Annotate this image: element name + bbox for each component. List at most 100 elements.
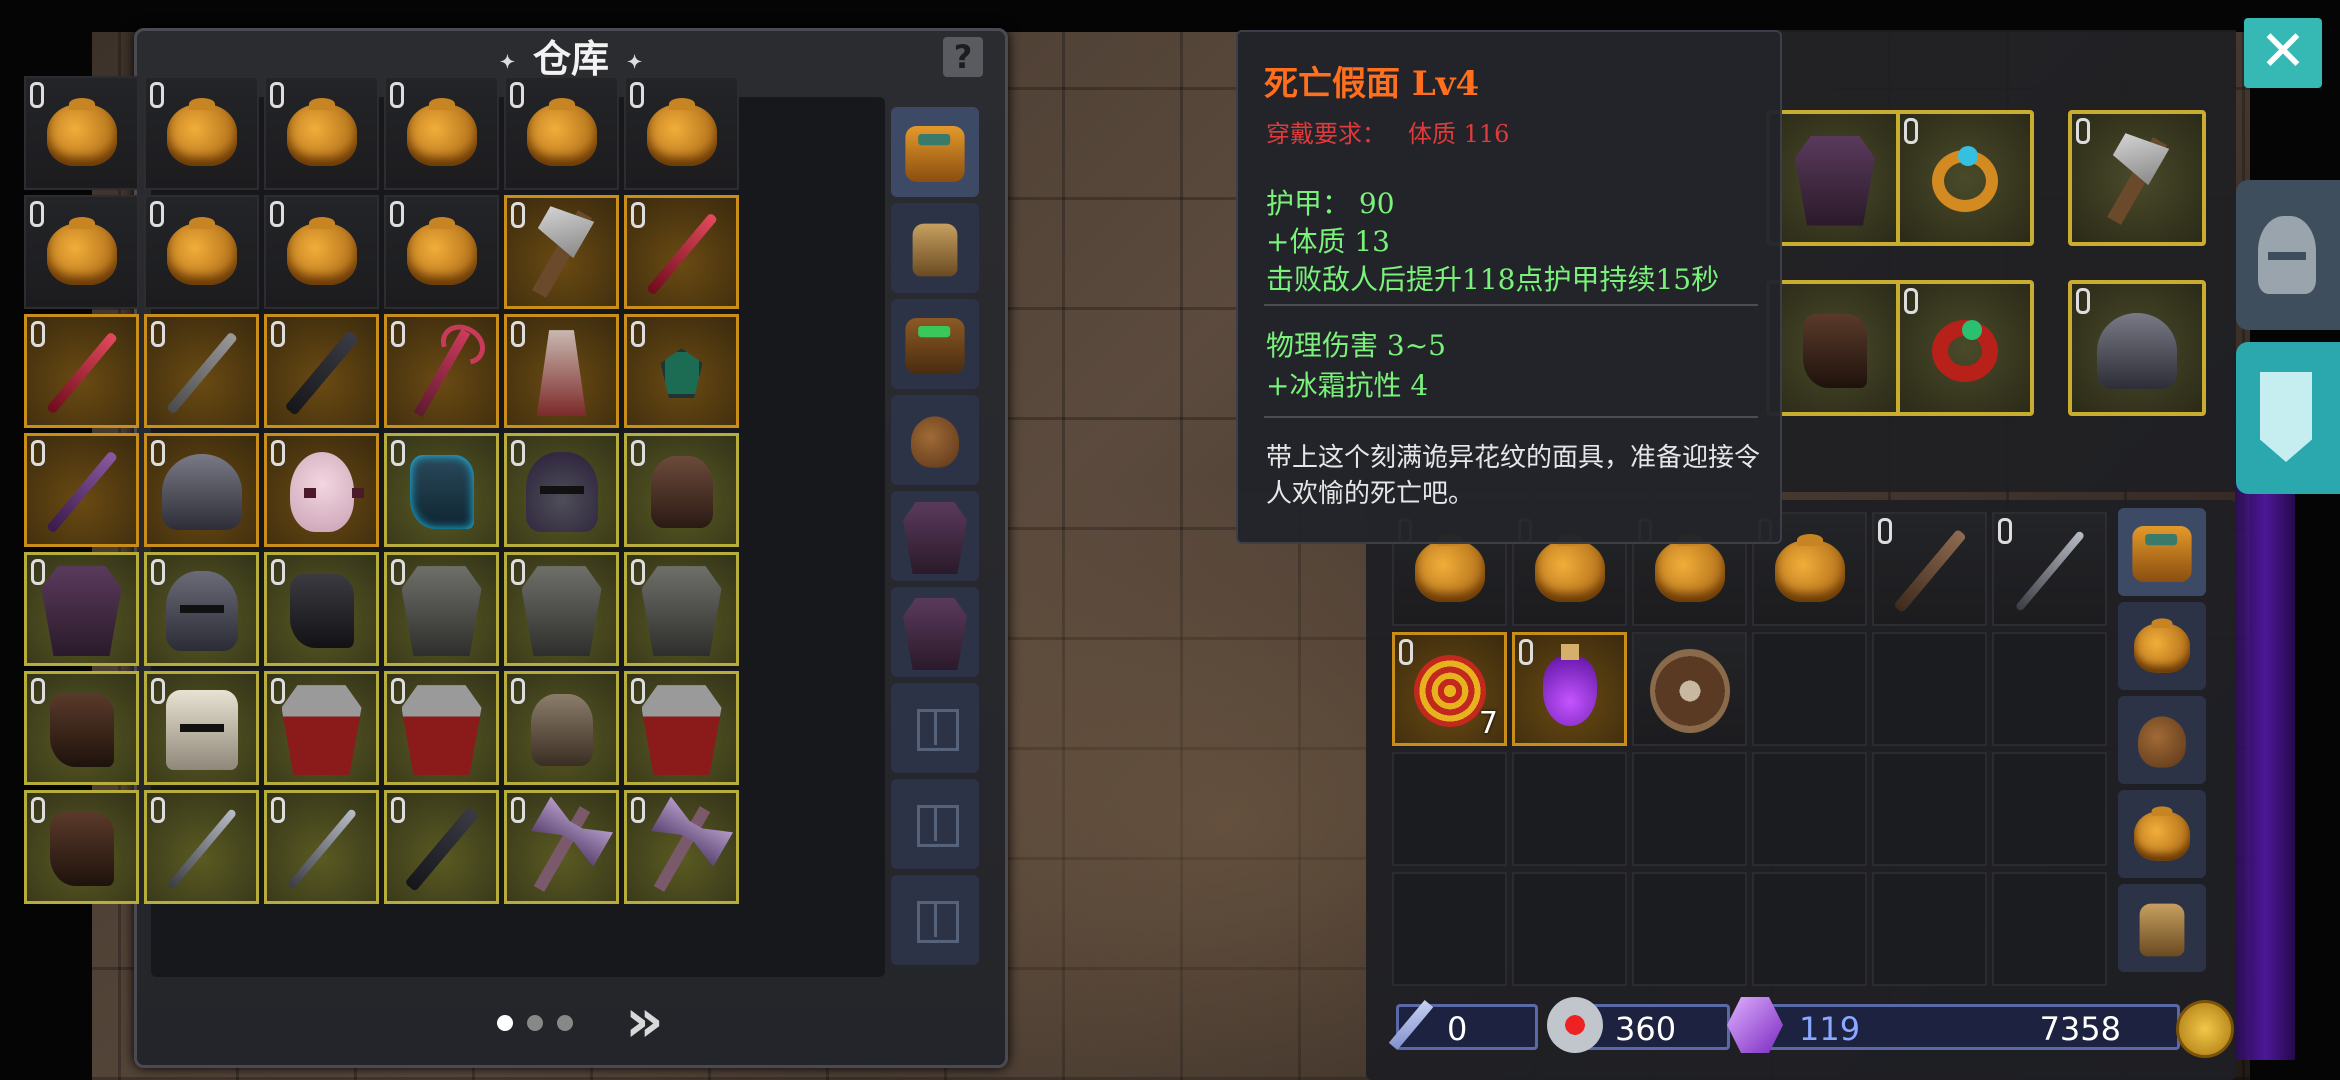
warehouse-slot[interactable] [24, 552, 139, 666]
warehouse-slot[interactable] [384, 314, 499, 428]
page-dot-3[interactable] [557, 1015, 573, 1031]
warehouse-slot[interactable] [504, 314, 619, 428]
warehouse-slot[interactable] [24, 314, 139, 428]
equip-slot-shoulder[interactable] [2068, 280, 2206, 416]
inventory-slot[interactable] [1752, 872, 1867, 986]
warehouse-slot[interactable] [264, 552, 379, 666]
warehouse-bag-tab-6[interactable] [891, 587, 979, 677]
inventory-slot[interactable] [1872, 752, 1987, 866]
inventory-slot[interactable] [1752, 632, 1867, 746]
warehouse-slot[interactable] [24, 195, 139, 309]
warehouse-slot[interactable] [384, 76, 499, 190]
lock-icon [271, 678, 285, 704]
warehouse-slot[interactable] [504, 552, 619, 666]
equip-slot-weapon[interactable] [2068, 110, 2206, 246]
bag-icon [646, 98, 717, 167]
inventory-slot[interactable] [1992, 752, 2107, 866]
helm-hood-icon [525, 452, 598, 533]
warehouse-slot[interactable] [24, 790, 139, 904]
warehouse-slot[interactable] [144, 195, 259, 309]
inventory-bag-tab-1[interactable] [2118, 508, 2206, 596]
warehouse-slot[interactable] [144, 790, 259, 904]
inventory-slot[interactable] [1632, 872, 1747, 986]
warehouse-slot[interactable] [624, 790, 739, 904]
warehouse-slot[interactable] [24, 433, 139, 547]
warehouse-slot[interactable] [144, 552, 259, 666]
warehouse-slot[interactable] [384, 552, 499, 666]
inventory-slot[interactable] [1632, 752, 1747, 866]
sword-dark-icon [283, 330, 360, 416]
warehouse-slot[interactable] [264, 195, 379, 309]
warehouse-slot[interactable] [144, 314, 259, 428]
close-button[interactable]: ✕ [2244, 18, 2322, 88]
inventory-slot[interactable] [1992, 872, 2107, 986]
sack-icon [2138, 716, 2186, 768]
warehouse-slot[interactable] [144, 433, 259, 547]
inventory-slot[interactable] [1872, 512, 1987, 626]
inventory-slot[interactable] [1752, 752, 1867, 866]
warehouse-bag-tab-4[interactable] [891, 395, 979, 485]
warehouse-slot[interactable] [624, 552, 739, 666]
item-tooltip: 死亡假面 Lv4 穿戴要求： 体质 116 护甲： 90 +体质 13 击败敌人后… [1236, 30, 1782, 544]
warehouse-slot[interactable] [504, 195, 619, 309]
warehouse-slot[interactable] [384, 195, 499, 309]
warehouse-slot[interactable] [504, 671, 619, 785]
equip-slot-ring-1[interactable] [1896, 110, 2034, 246]
help-button[interactable]: ? [943, 37, 983, 77]
warehouse-bag-tab-1[interactable] [891, 107, 979, 197]
equip-slot-chest[interactable] [1766, 110, 1904, 246]
inventory-slot[interactable] [1392, 872, 1507, 986]
axe-icon [531, 210, 592, 298]
warehouse-slot[interactable] [24, 76, 139, 190]
boot-brown-icon [49, 693, 114, 768]
equip-slot-boots[interactable] [1766, 280, 1904, 416]
warehouse-slot[interactable] [384, 671, 499, 785]
equipment-tab[interactable] [2236, 180, 2340, 330]
inventory-slot[interactable] [1992, 512, 2107, 626]
next-page-button[interactable]: » [625, 991, 695, 1051]
inventory-slot[interactable] [1392, 752, 1507, 866]
warehouse-bag-tab-5[interactable] [891, 491, 979, 581]
warehouse-slot[interactable] [144, 671, 259, 785]
inventory-slot[interactable] [1992, 632, 2107, 746]
warehouse-slot[interactable] [264, 790, 379, 904]
warehouse-slot[interactable] [264, 671, 379, 785]
warehouse-slot[interactable] [264, 76, 379, 190]
warehouse-slot[interactable] [624, 671, 739, 785]
warehouse-slot[interactable] [624, 76, 739, 190]
warehouse-slot[interactable] [504, 76, 619, 190]
page-dot-1[interactable] [497, 1015, 513, 1031]
inventory-tab[interactable] [2236, 342, 2340, 494]
warehouse-slot[interactable] [24, 671, 139, 785]
warehouse-slot[interactable] [384, 433, 499, 547]
warehouse-bag-tab-8 [891, 779, 979, 869]
warehouse-slot[interactable] [504, 433, 619, 547]
warehouse-bag-tab-2[interactable] [891, 203, 979, 293]
warehouse-slot[interactable] [264, 433, 379, 547]
warehouse-slot[interactable] [624, 433, 739, 547]
lock-icon [271, 797, 285, 823]
inventory-slot[interactable]: 7 [1392, 632, 1507, 746]
warehouse-bag-tab-3[interactable] [891, 299, 979, 389]
warehouse-slot[interactable] [504, 790, 619, 904]
inventory-slot[interactable] [1872, 632, 1987, 746]
inventory-bag-tab-5[interactable] [2118, 884, 2206, 972]
inventory-bag-tab-2[interactable] [2118, 602, 2206, 690]
inventory-slot[interactable] [1512, 872, 1627, 986]
inventory-bag-tab-4[interactable] [2118, 790, 2206, 878]
warehouse-slot[interactable] [384, 790, 499, 904]
equip-slot-ring-2[interactable] [1896, 280, 2034, 416]
lock-icon [631, 797, 645, 823]
warehouse-slot[interactable] [624, 314, 739, 428]
lock-icon [391, 440, 405, 466]
inventory-slot[interactable] [1632, 632, 1747, 746]
warehouse-slot[interactable] [624, 195, 739, 309]
inventory-slot[interactable] [1512, 752, 1627, 866]
inventory-bag-tab-3[interactable] [2118, 696, 2206, 784]
warehouse-slot[interactable] [264, 314, 379, 428]
inventory-slot[interactable] [1512, 632, 1627, 746]
inventory-slot[interactable] [1872, 872, 1987, 986]
warehouse-slot[interactable] [144, 76, 259, 190]
stat-armor-proc: 击败敌人后提升118点护甲持续15秒 [1266, 263, 1720, 296]
page-dot-2[interactable] [527, 1015, 543, 1031]
